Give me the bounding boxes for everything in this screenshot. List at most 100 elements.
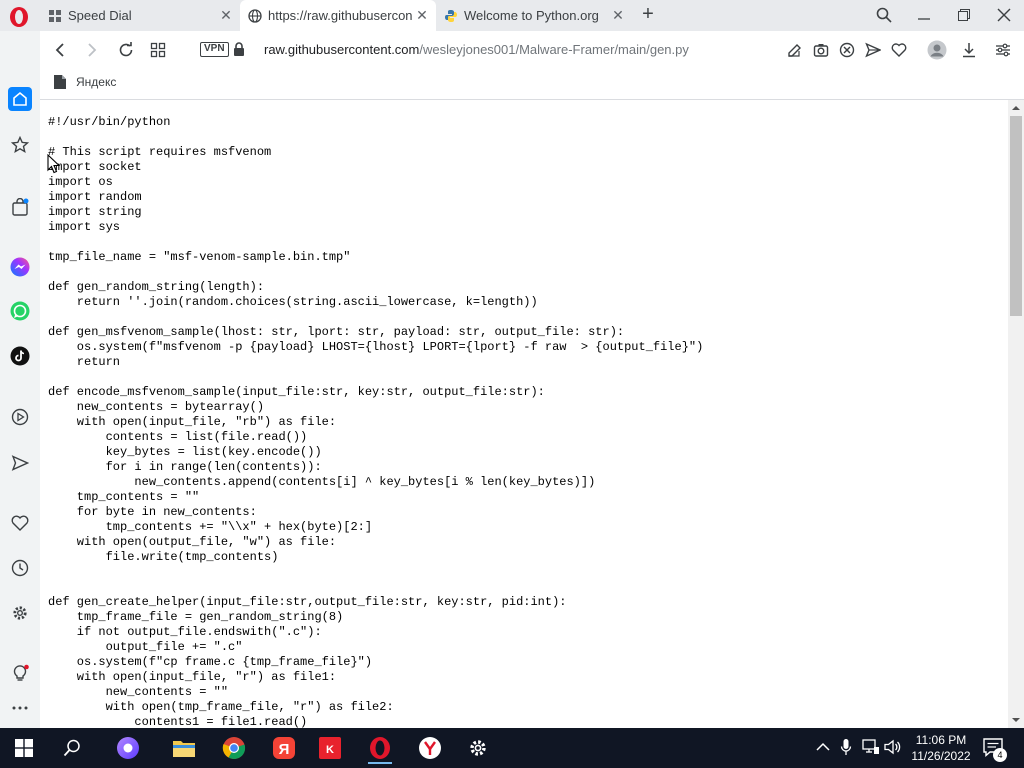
vpn-badge[interactable]: VPN [200, 42, 229, 57]
sidebar-pinboards[interactable] [8, 511, 32, 535]
sidebar-history[interactable] [8, 556, 32, 580]
adblock-button[interactable] [837, 40, 857, 60]
tab-bar: Speed Dial ✕ https://raw.githubuserconte… [0, 0, 1024, 31]
show-hidden-icons[interactable] [814, 738, 832, 756]
taskbar-file-explorer[interactable] [164, 732, 204, 764]
home-icon [13, 91, 27, 106]
minimize-icon [918, 18, 930, 20]
new-tab-button[interactable]: + [638, 4, 658, 25]
tab-title: https://raw.githubusercontent.com/wesley… [268, 8, 412, 23]
reload-icon [119, 42, 133, 57]
bookmark-yandex[interactable]: Яндекс [54, 75, 116, 89]
speed-dial-icon [49, 9, 61, 22]
search-icon [876, 7, 892, 23]
taskbar-yandex[interactable] [410, 732, 450, 764]
tab-title: Welcome to Python.org [464, 8, 599, 23]
tabs-overview-button[interactable] [148, 40, 168, 60]
url-field[interactable]: raw.githubusercontent.com/wesleyjones001… [264, 42, 689, 57]
taskbar-yandex-browser[interactable]: Я [264, 732, 304, 764]
sidebar-settings[interactable] [8, 601, 32, 625]
network-icon [862, 739, 879, 754]
tray-volume[interactable] [884, 738, 902, 756]
close-tab-icon[interactable]: ✕ [608, 6, 628, 26]
mouse-cursor-icon [47, 154, 61, 174]
clock-date: 11/26/2022 [911, 749, 971, 763]
heart-icon [891, 43, 907, 57]
close-tab-icon[interactable]: ✕ [412, 6, 432, 26]
sidebar-messenger[interactable] [8, 255, 32, 279]
tab-raw-github[interactable]: https://raw.githubusercontent.com/wesley… [240, 0, 436, 31]
sidebar-home[interactable] [8, 87, 32, 111]
messenger-icon [10, 257, 30, 277]
send-icon [11, 455, 29, 471]
tab-title: Speed Dial [68, 8, 132, 23]
sidebar [0, 31, 40, 728]
snapshot-button[interactable] [811, 40, 831, 60]
gear-icon [13, 606, 27, 620]
edit-icon [788, 44, 801, 57]
arrow-right-icon [88, 43, 97, 57]
taskbar-alice[interactable] [108, 732, 148, 764]
tray-network[interactable] [862, 738, 880, 756]
lightbulb-icon [13, 664, 29, 681]
search-tabs-button[interactable] [872, 4, 896, 26]
scroll-down-icon[interactable] [1012, 716, 1020, 724]
sidebar-player[interactable] [8, 405, 32, 429]
easy-setup-button[interactable] [993, 40, 1013, 60]
taskbar-chrome[interactable] [214, 732, 254, 764]
start-button[interactable] [4, 732, 44, 764]
profile-button[interactable] [927, 40, 947, 60]
taskbar-settings[interactable] [458, 732, 498, 764]
yandex-icon [419, 737, 441, 759]
sidebar-bookmarks[interactable] [8, 133, 32, 157]
scrollbar-thumb[interactable] [1010, 116, 1022, 316]
forward-button[interactable] [82, 40, 102, 60]
page-content[interactable]: #!/usr/bin/python # This script requires… [40, 100, 1008, 728]
avatar-icon [927, 40, 947, 60]
scroll-up-icon[interactable] [1012, 104, 1020, 112]
tiktok-icon [10, 346, 30, 366]
tab-speed-dial[interactable]: Speed Dial ✕ [40, 0, 240, 31]
opera-icon [370, 737, 390, 759]
bookmarks-bar: Яндекс [40, 69, 1024, 100]
taskbar-kaspersky[interactable]: K [310, 732, 350, 764]
maximize-button[interactable] [952, 4, 976, 26]
downloads-button[interactable] [959, 40, 979, 60]
star-icon [11, 136, 29, 154]
search-icon [63, 739, 80, 757]
search-button[interactable] [52, 732, 92, 764]
close-window-button[interactable] [992, 4, 1016, 26]
lock-icon[interactable] [233, 42, 245, 56]
address-bar: VPN raw.githubusercontent.com/wesleyjone… [40, 31, 1024, 69]
restore-icon [958, 9, 970, 21]
taskbar-clock[interactable]: 11:06 PM 11/26/2022 [903, 732, 979, 764]
taskbar-opera[interactable] [360, 732, 400, 764]
alice-assistant-icon [117, 737, 139, 759]
sidebar-shopping[interactable] [8, 195, 32, 219]
shopping-bag-icon [12, 198, 29, 216]
settings-sliders-icon [996, 43, 1010, 57]
back-button[interactable] [50, 40, 70, 60]
url-path: /wesleyjones001/Malware-Framer/main/gen.… [419, 42, 689, 57]
send-button[interactable] [863, 40, 883, 60]
notification-count-badge: 4 [993, 748, 1007, 762]
sidebar-tips[interactable] [8, 661, 32, 685]
reload-button[interactable] [116, 40, 136, 60]
sidebar-whatsapp[interactable] [8, 299, 32, 323]
folder-icon [173, 741, 195, 757]
bookmark-button[interactable] [889, 40, 909, 60]
edit-button[interactable] [785, 40, 805, 60]
tray-microphone[interactable] [837, 738, 855, 756]
tab-python-org[interactable]: Welcome to Python.org ✕ [436, 0, 632, 31]
opera-menu-icon[interactable] [8, 6, 30, 28]
sidebar-more[interactable] [8, 696, 32, 720]
kaspersky-icon: K [319, 737, 341, 759]
sidebar-flow[interactable] [8, 451, 32, 475]
sidebar-tiktok[interactable] [8, 344, 32, 368]
download-icon [963, 43, 975, 58]
minimize-button[interactable] [912, 4, 936, 26]
svg-text:Я: Я [279, 741, 290, 758]
block-icon [839, 42, 855, 58]
close-tab-icon[interactable]: ✕ [216, 6, 236, 26]
vertical-scrollbar[interactable] [1008, 100, 1024, 728]
